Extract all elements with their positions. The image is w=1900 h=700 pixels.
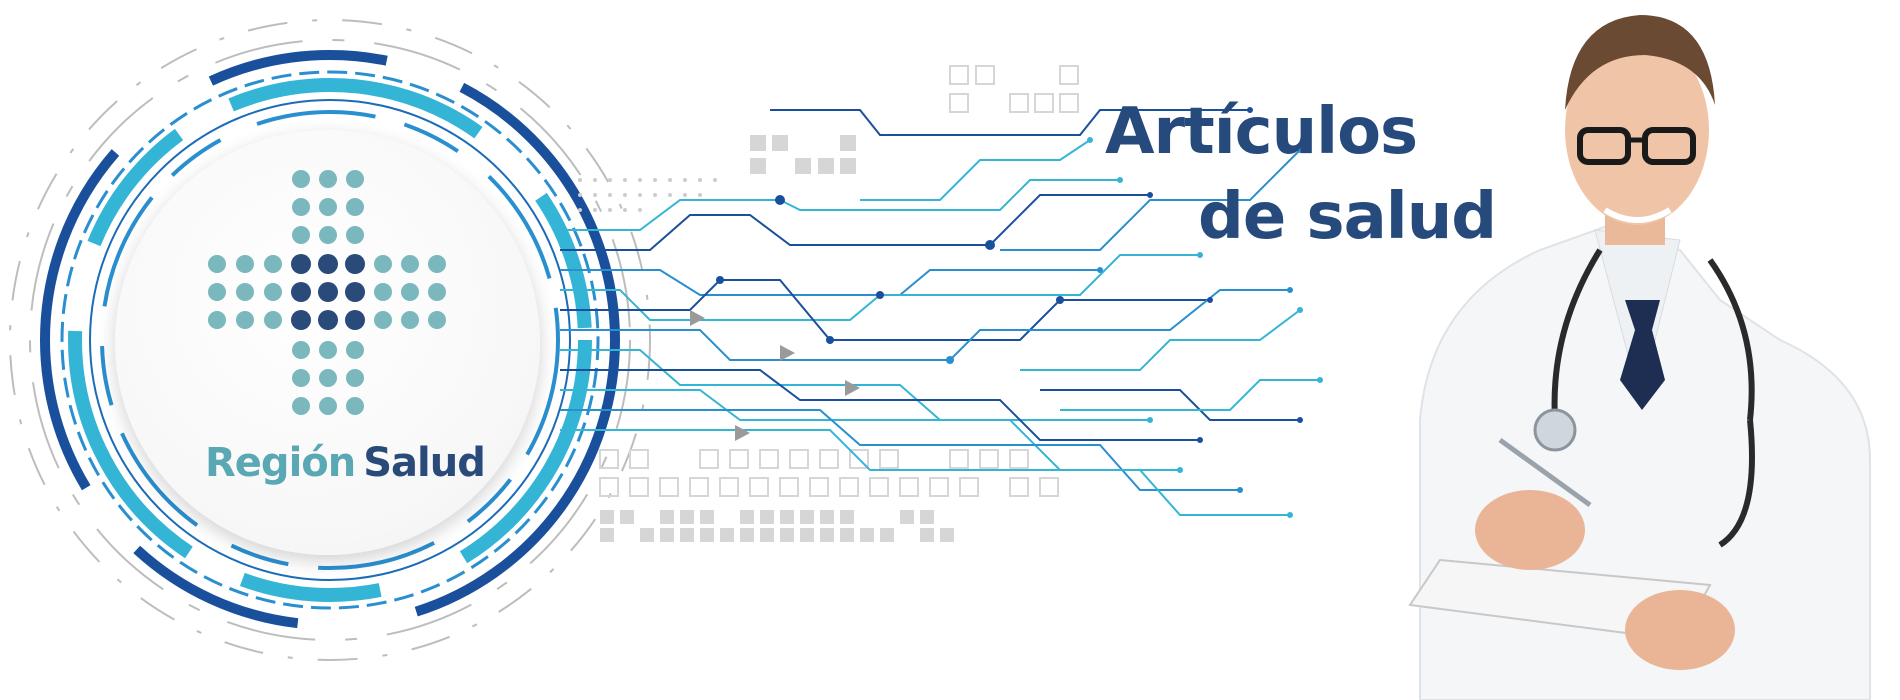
grid-squares xyxy=(599,65,1079,497)
cross-center-dots xyxy=(291,254,365,330)
doctor-photo xyxy=(1408,15,1871,700)
logo-word-salud: Salud xyxy=(363,440,486,486)
doctor-head xyxy=(1565,15,1715,245)
logo-word-region: Región xyxy=(205,440,356,486)
stethoscope-chestpiece xyxy=(1533,408,1577,452)
medical-cross-dots-icon xyxy=(208,170,446,415)
banner: Región Salud Artículos de salud xyxy=(0,0,1900,700)
arrow-markers xyxy=(690,310,860,441)
circuit-lines xyxy=(560,109,1320,516)
logo-wordmark: Región Salud xyxy=(205,440,486,486)
headline-line-1: Artículos xyxy=(1105,95,1418,169)
